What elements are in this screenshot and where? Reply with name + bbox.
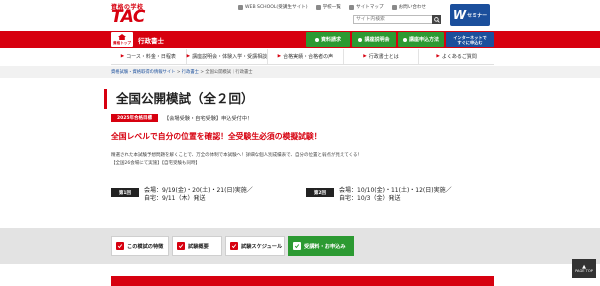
util-link-webschool[interactable]: WEB SCHOOL(受講生サイト): [238, 4, 308, 10]
util-link-contact[interactable]: お問い合わせ: [391, 4, 427, 10]
page-title: 全国公開模試（全２回）: [104, 89, 254, 109]
global-nav: ▶ コース・料金・日程表 ▶ 講座説明会・体験入学・受講相談 ▶ 合格実績・合格者の声…: [111, 49, 494, 65]
chevron-right-icon: ▶: [436, 54, 440, 59]
description-line: 【全国26会場にて実施】【自宅受験も同時】: [111, 161, 200, 166]
nav-item-about[interactable]: ▶ 行政書士とは: [344, 49, 420, 64]
util-link-label: お問い合わせ: [398, 5, 427, 10]
headline: 全国レベルで自分の位置を確認！全受験生必須の模擬試験！: [111, 132, 322, 141]
breadcrumb-link-home[interactable]: 資格試験・資格取得の情報サイト: [111, 70, 175, 75]
description-line: 精選された本試験予想問題を解くことで、万全の体制で本試験へ！詳細な個人別成績表で…: [111, 153, 363, 158]
anchor-overview-button[interactable]: 試験概要: [172, 236, 222, 256]
chevron-right-icon: ▶: [186, 54, 191, 59]
button-label: 資料請求: [320, 37, 341, 43]
nav-label: 講座説明会・体験入学・受講相談: [192, 54, 268, 60]
nav-item-results[interactable]: ▶ 合格実績・合格者の声: [268, 49, 344, 64]
arrow-circle-icon: [402, 37, 407, 42]
button-label: 講座申込方法: [408, 37, 439, 43]
search-input[interactable]: [353, 15, 433, 24]
check-icon: [116, 242, 124, 250]
target-year-badge: 2025年合格目標: [111, 114, 159, 122]
util-link-sitemap[interactable]: サイトマップ: [348, 4, 384, 10]
nav-item-info-sessions[interactable]: ▶ 講座説明会・体験入学・受講相談: [186, 49, 269, 64]
anchor-label: 受講料・お申込み: [304, 243, 346, 250]
button-label: 講座説明会: [364, 37, 390, 43]
round-details: 会場：10/10(金)・11(土)・12(日)実施／ 自宅：10/3（金）発送: [339, 187, 452, 203]
w-seminar-logo: W: [452, 8, 467, 22]
page-anchor-strip: この模試の特徴 試験概要 試験スケジュール 受講料・お申込み: [0, 228, 600, 264]
apply-online-button[interactable]: インターネットで すぐに申込む: [446, 32, 494, 47]
breadcrumb-strip: 資格試験・資格取得の情報サイト > 行政書士 > 全国公開模試｜行政書士: [0, 66, 600, 78]
nav-item-courses[interactable]: ▶ コース・料金・日程表: [111, 49, 187, 64]
check-icon: [293, 242, 301, 250]
nav-label: コース・料金・日程表: [126, 54, 176, 60]
check-icon: [177, 242, 185, 250]
check-icon: [230, 242, 238, 250]
chevron-right-icon: ▶: [277, 54, 282, 59]
course-info-session-button[interactable]: 講座説明会: [352, 32, 396, 47]
license-top-label: 資格トップ: [113, 41, 131, 45]
breadcrumb: 資格試験・資格取得の情報サイト > 行政書士 > 全国公開模試｜行政書士: [111, 69, 253, 75]
next-section-header: [111, 276, 494, 286]
page-top-button[interactable]: ▲ PAGE TOP: [572, 259, 596, 278]
home-ship-date: 自宅：9/11（木）発送: [144, 195, 206, 202]
license-top-button[interactable]: 資格トップ: [111, 32, 133, 47]
anchor-label: この模試の特徴: [127, 243, 164, 250]
w-seminar-label: セミナー: [467, 12, 488, 19]
search-icon: [433, 16, 440, 23]
chevron-right-icon: ▶: [120, 54, 125, 59]
page: 資格の学校 TAC WEB SCHOOL(受講生サイト) 学校一覧 サイトマップ…: [0, 0, 600, 286]
util-link-label: 学校一覧: [322, 5, 341, 10]
arrow-circle-icon: [314, 37, 319, 42]
round-details: 会場：9/19(金)・20(土)・21(日)実施／ 自宅：9/11（木）発送: [144, 187, 253, 203]
mail-icon: [391, 4, 397, 10]
nav-label: 合格実績・合格者の声: [283, 54, 334, 60]
nav-item-faq[interactable]: ▶ よくあるご質問: [419, 49, 494, 64]
request-materials-button[interactable]: 資料請求: [306, 32, 350, 47]
search-button[interactable]: [432, 15, 441, 24]
logo-text: TAC: [111, 7, 145, 27]
arrow-circle-icon: [358, 37, 363, 42]
tac-logo[interactable]: 資格の学校 TAC: [111, 2, 159, 28]
home-icon: [118, 34, 126, 40]
nav-label: よくあるご質問: [441, 54, 477, 60]
description: 精選された本試験予想問題を解くことで、万全の体制で本試験へ！詳細な個人別成績表で…: [111, 152, 491, 168]
nav-label: 行政書士とは: [368, 54, 399, 60]
apply-online-line2: すぐに申込む: [457, 39, 483, 45]
breadcrumb-link-gyosei[interactable]: 行政書士: [182, 70, 199, 75]
util-link-label: サイトマップ: [355, 5, 384, 10]
how-to-apply-button[interactable]: 講座申込方法: [398, 32, 444, 47]
anchor-schedule-button[interactable]: 試験スケジュール: [225, 236, 285, 256]
sitemap-icon: [348, 4, 354, 10]
section-title: 行政書士: [138, 37, 164, 45]
utility-links: WEB SCHOOL(受講生サイト) 学校一覧 サイトマップ お問い合わせ: [238, 4, 426, 10]
status-row: 2025年合格目標 【会場受験・自宅受験】申込受付中！: [111, 114, 252, 122]
venue-dates: 会場：10/10(金)・11(土)・12(日)実施／: [339, 187, 452, 194]
anchor-features-button[interactable]: この模試の特徴: [111, 236, 169, 256]
web-icon: [238, 4, 243, 10]
page-top-label: PAGE TOP: [575, 268, 593, 273]
course-header-bar: 資格トップ 行政書士 資料請求 講座説明会 講座申込方法 インターネットで すぐ…: [0, 31, 600, 48]
anchor-label: 試験スケジュール: [241, 243, 283, 250]
w-seminar-banner[interactable]: W セミナー: [450, 4, 490, 26]
anchor-label: 試験概要: [188, 243, 209, 250]
school-icon: [315, 4, 321, 10]
anchor-fees-apply-button[interactable]: 受講料・お申込み: [288, 236, 354, 256]
util-link-label: WEB SCHOOL(受講生サイト): [245, 5, 308, 10]
accepting-applications-text: 【会場受験・自宅受験】申込受付中！: [164, 115, 253, 122]
round-label: 第1回: [111, 188, 139, 197]
util-link-schools[interactable]: 学校一覧: [315, 4, 341, 10]
venue-dates: 会場：9/19(金)・20(土)・21(日)実施／: [144, 187, 253, 194]
home-ship-date: 自宅：10/3（金）発送: [339, 195, 401, 202]
chevron-right-icon: ▶: [363, 54, 367, 59]
site-header: 資格の学校 TAC WEB SCHOOL(受講生サイト) 学校一覧 サイトマップ…: [0, 0, 600, 30]
round-label: 第2回: [306, 188, 334, 197]
breadcrumb-current: 全国公開模試｜行政書士: [205, 70, 253, 75]
